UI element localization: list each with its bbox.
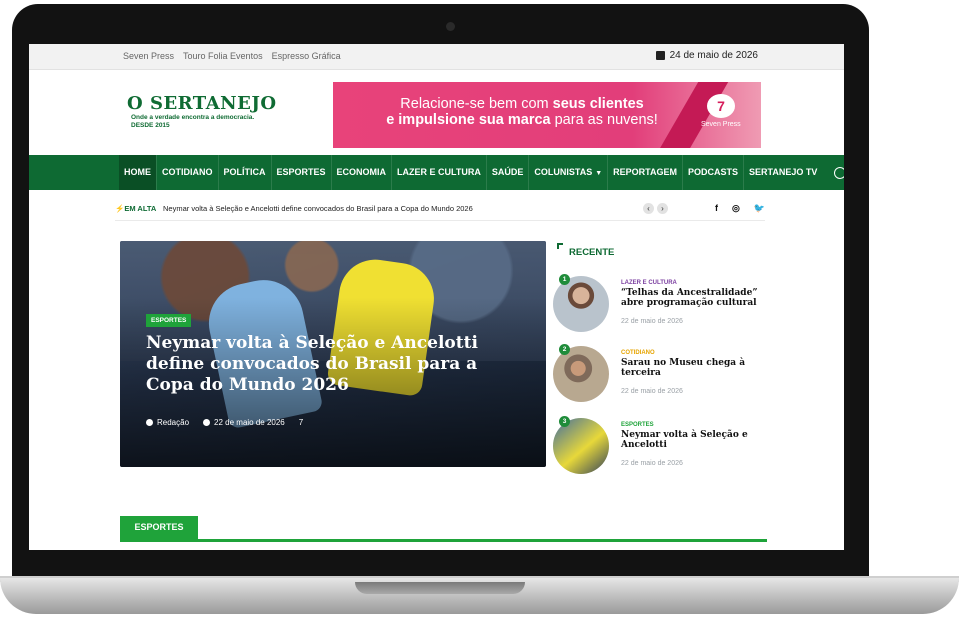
banner-line2-bold: e impulsione sua marca (386, 112, 551, 128)
recent-date-1: 22 de maio de 2026 (621, 318, 683, 325)
ticker-label-text: EM ALTA (124, 204, 157, 213)
nav-lazer-cultura[interactable]: LAZER E CULTURA (391, 155, 486, 190)
mockup-stage: Seven Press Touro Folia Eventos Espresso… (0, 0, 959, 619)
recent-title: RECENTE (569, 247, 615, 258)
nav-home[interactable]: HOME (119, 155, 156, 190)
twitter-icon[interactable]: 🐦 (754, 203, 765, 214)
logo-since: DESDE 2015 (131, 122, 170, 129)
hero-date-text: 22 de maio de 2026 (214, 418, 285, 427)
trending-ticker: ⚡EM ALTA Neymar volta à Seleção e Ancelo… (115, 202, 765, 220)
nav-politica[interactable]: POLÍTICA (217, 155, 271, 190)
section-divider (120, 539, 767, 542)
hero-date: 22 de maio de 2026 (203, 418, 285, 427)
chevron-right-icon[interactable]: › (657, 203, 668, 214)
recent-title-1[interactable]: “Telhas da Ancestralidade” abre programa… (621, 288, 761, 308)
top-link-espresso[interactable]: Espresso Gráfica (272, 51, 341, 61)
top-link-touro-folia[interactable]: Touro Folia Eventos (183, 51, 263, 61)
top-link-seven-press[interactable]: Seven Press (123, 51, 174, 61)
logo-title: O SERTANEJO (127, 93, 277, 114)
recent-title-2[interactable]: Sarau no Museu chega à terceira (621, 358, 761, 378)
recent-item-3[interactable]: 3 ESPORTES Neymar volta à Seleção e Ance… (553, 416, 813, 478)
bolt-icon: ⚡ (115, 204, 125, 213)
nav-reportagem[interactable]: REPORTAGEM (607, 155, 682, 190)
hero-category-badge[interactable]: ESPORTES (146, 314, 192, 327)
browser-screen: Seven Press Touro Folia Eventos Espresso… (29, 44, 844, 550)
banner-line1-bold: seus clientes (552, 96, 644, 112)
banner-brand: Seven Press (701, 121, 741, 128)
social-links: f ◎ 🐦 (715, 203, 765, 214)
recent-date-3: 22 de maio de 2026 (621, 460, 683, 467)
chevron-down-icon: ▼ (595, 169, 603, 177)
recent-category-2[interactable]: COTIDIANO (621, 350, 655, 356)
ticker-arrows: ‹ › (643, 203, 668, 214)
section-tab-esportes[interactable]: ESPORTES (120, 516, 198, 539)
hero-author: Redação (146, 418, 189, 427)
clock-icon (203, 419, 211, 426)
nav-saude[interactable]: SAÚDE (485, 155, 529, 190)
instagram-icon[interactable]: ◎ (732, 203, 740, 214)
nav-cotidiano[interactable]: COTIDIANO (156, 155, 218, 190)
site-logo[interactable]: O SERTANEJO Onde a verdade encontra a de… (127, 94, 317, 130)
hero-author-name: Redação (157, 418, 190, 427)
top-links: Seven Press Touro Folia Eventos Espresso… (123, 51, 341, 61)
top-date: 24 de maio de 2026 (655, 50, 758, 61)
nav-colunistas-label: COLUNISTAS (534, 166, 593, 177)
banner-text: Relacione-se bem com seus clientes e imp… (357, 96, 687, 128)
hero-title[interactable]: Neymar volta à Seleção e Ancelotti defin… (146, 333, 526, 396)
logo-tagline: Onde a verdade encontra a democracia. (131, 114, 255, 121)
seven-press-logo-icon: 7 (707, 94, 735, 118)
camera-icon (446, 22, 455, 31)
recent-mark (557, 243, 563, 249)
hero-article[interactable]: ESPORTES Neymar volta à Seleção e Ancelo… (120, 241, 546, 467)
nav-colunistas[interactable]: COLUNISTAS ▼ (528, 154, 607, 191)
nav-items: HOME COTIDIANO POLÍTICA ESPORTES ECONOMI… (119, 154, 844, 191)
recent-item-2[interactable]: 2 COTIDIANO Sarau no Museu chega à terce… (553, 344, 813, 406)
nav-economia[interactable]: ECONOMIA (330, 155, 392, 190)
recent-item-1[interactable]: 1 LAZER E CULTURA “Telhas da Ancestralid… (553, 274, 813, 336)
top-bar: Seven Press Touro Folia Eventos Espresso… (29, 44, 844, 70)
hero-meta: Redação 22 de maio de 2026 7 (146, 418, 303, 427)
ticker-headline[interactable]: Neymar volta à Seleção e Ancelotti defin… (163, 204, 473, 213)
ticker-label: ⚡EM ALTA (115, 204, 156, 213)
recent-category-1[interactable]: LAZER E CULTURA (621, 280, 677, 286)
recent-title-3[interactable]: Neymar volta à Seleção e Ancelotti (621, 430, 761, 450)
banner-line2: para as nuvens! (550, 112, 658, 128)
hero-comments: 7 (298, 418, 304, 427)
recent-num-2: 2 (559, 344, 570, 355)
main-nav: HOME COTIDIANO POLÍTICA ESPORTES ECONOMI… (29, 154, 844, 191)
nav-sertanejo-tv[interactable]: SERTANEJO TV (743, 155, 822, 190)
laptop-notch (355, 582, 525, 594)
facebook-icon[interactable]: f (715, 203, 718, 214)
search-icon[interactable] (834, 166, 844, 179)
user-icon (146, 419, 153, 426)
nav-esportes[interactable]: ESPORTES (270, 155, 331, 190)
banner-line1: Relacione-se bem com (400, 96, 553, 112)
recent-category-3[interactable]: ESPORTES (621, 422, 654, 428)
ad-banner[interactable]: Relacione-se bem com seus clientes e imp… (333, 82, 761, 148)
recent-num-3: 3 (559, 416, 570, 427)
ticker-divider (115, 220, 765, 221)
recent-num-1: 1 (559, 274, 570, 285)
chevron-left-icon[interactable]: ‹ (643, 203, 654, 214)
recent-date-2: 22 de maio de 2026 (621, 388, 683, 395)
nav-podcasts[interactable]: PODCASTS (681, 155, 743, 190)
calendar-icon (655, 51, 665, 60)
top-date-text: 24 de maio de 2026 (669, 50, 758, 61)
